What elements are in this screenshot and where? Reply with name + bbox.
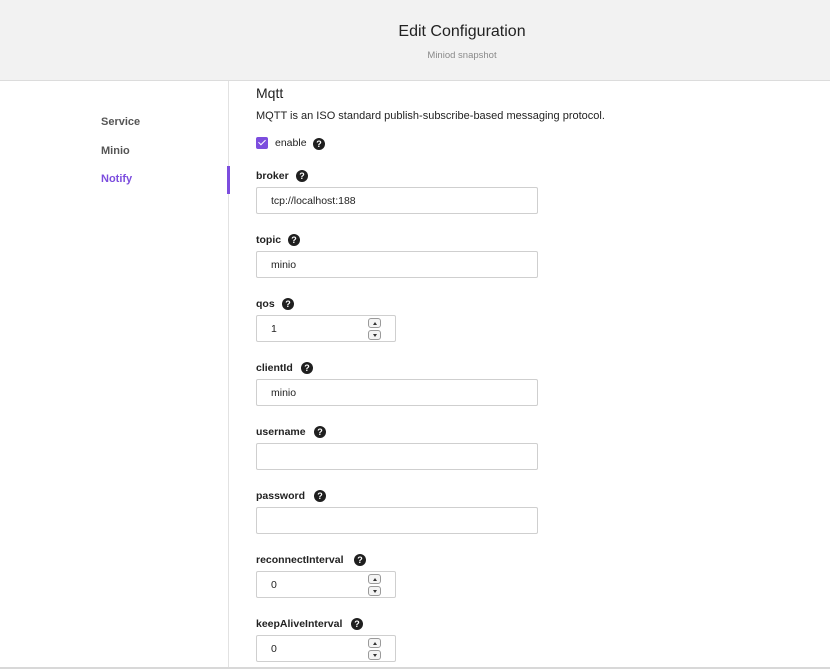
increment-button[interactable]	[368, 638, 381, 648]
decrement-button[interactable]	[368, 650, 381, 660]
topic-label: topic	[256, 234, 282, 246]
password-label: password	[256, 490, 306, 502]
reconnectinterval-stepper[interactable]: 0	[256, 571, 396, 598]
enable-label: enable	[275, 137, 307, 149]
broker-input[interactable]	[256, 187, 538, 214]
help-icon[interactable]: ?	[282, 298, 294, 310]
help-icon[interactable]: ?	[314, 426, 326, 438]
clientid-label: clientId	[256, 362, 293, 374]
sidebar-item-service[interactable]: Service	[101, 116, 140, 128]
help-icon[interactable]: ?	[314, 490, 326, 502]
qos-value: 1	[271, 323, 277, 335]
qos-stepper[interactable]: 1	[256, 315, 396, 342]
increment-button[interactable]	[368, 318, 381, 328]
help-icon[interactable]: ?	[354, 554, 366, 566]
page-title: Edit Configuration	[398, 23, 526, 40]
reconnectinterval-value: 0	[271, 579, 277, 591]
increment-button[interactable]	[368, 574, 381, 584]
sidebar-item-minio[interactable]: Minio	[101, 145, 130, 157]
help-icon[interactable]: ?	[301, 362, 313, 374]
broker-label: broker	[256, 170, 289, 182]
help-icon[interactable]: ?	[296, 170, 308, 182]
keepaliveinterval-stepper[interactable]: 0	[256, 635, 396, 662]
help-icon[interactable]: ?	[351, 618, 363, 630]
decrement-button[interactable]	[368, 586, 381, 596]
topic-input[interactable]	[256, 251, 538, 278]
help-icon[interactable]: ?	[288, 234, 300, 246]
page-header: Edit Configuration Miniod snapshot	[0, 0, 830, 81]
username-label: username	[256, 426, 306, 438]
reconnectinterval-label: reconnectInterval	[256, 554, 344, 566]
page-subtitle: Miniod snapshot	[427, 50, 497, 61]
help-icon[interactable]: ?	[313, 138, 325, 150]
qos-label: qos	[256, 298, 275, 310]
password-input[interactable]	[256, 507, 538, 534]
clientid-input[interactable]	[256, 379, 538, 406]
sidebar-item-notify[interactable]: Notify	[101, 173, 132, 185]
decrement-button[interactable]	[368, 330, 381, 340]
keepaliveinterval-value: 0	[271, 643, 277, 655]
section-description: MQTT is an ISO standard publish-subscrib…	[256, 110, 605, 122]
section-title: Mqtt	[256, 85, 284, 101]
enable-checkbox[interactable]	[256, 137, 268, 149]
config-form: Mqtt MQTT is an ISO standard publish-sub…	[230, 81, 830, 669]
username-input[interactable]	[256, 443, 538, 470]
sidebar: Service Minio Notify	[0, 81, 230, 669]
keepaliveinterval-label: keepAliveInterval	[256, 618, 343, 630]
